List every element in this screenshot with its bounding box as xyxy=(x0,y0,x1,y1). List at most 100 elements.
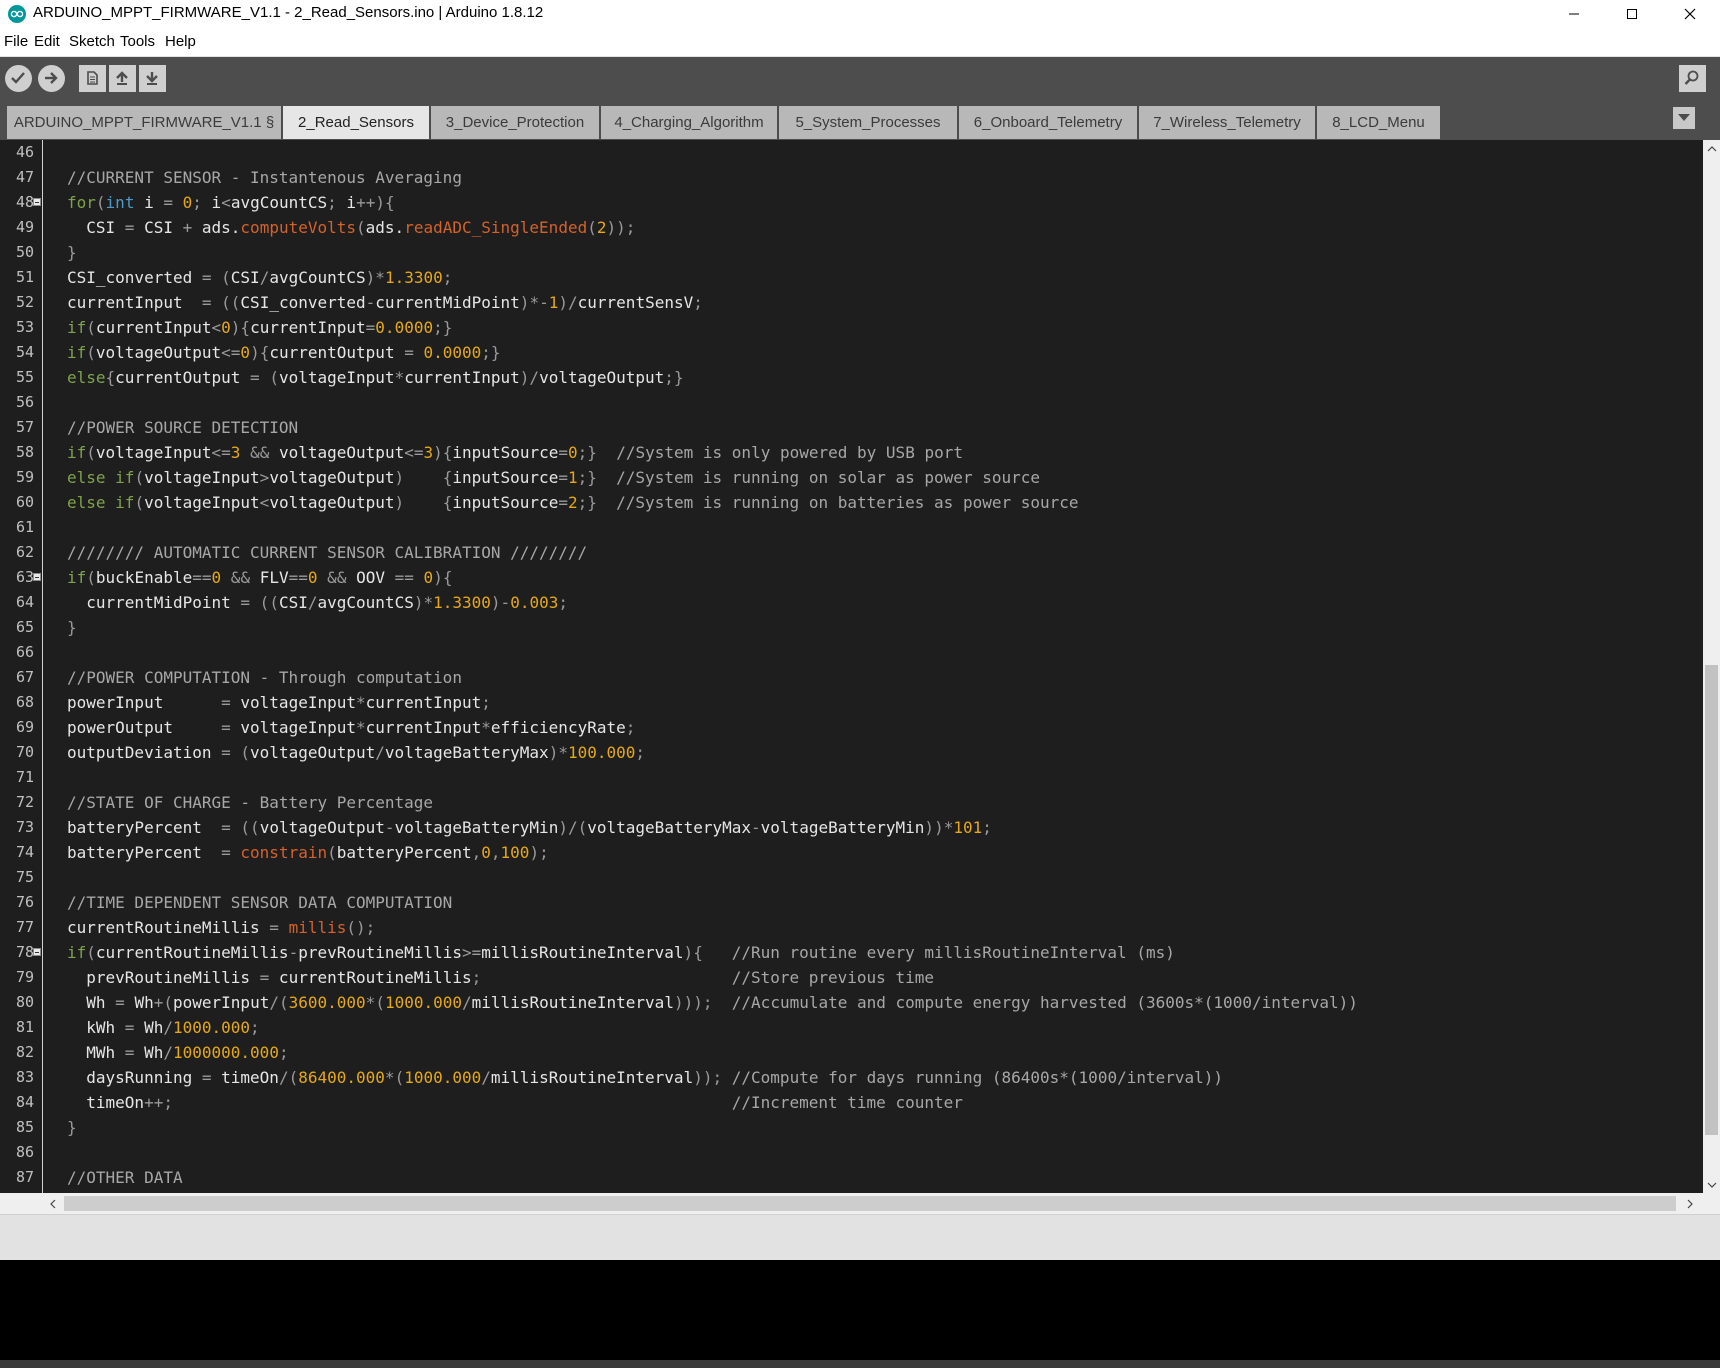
chevron-left-icon xyxy=(49,1199,55,1208)
save-sketch-button-face xyxy=(138,64,166,92)
open-sketch-button-face xyxy=(108,64,136,92)
line-number: 72 xyxy=(15,793,34,811)
fold-toggle-icon[interactable] xyxy=(33,948,41,956)
minimize-icon xyxy=(1569,13,1579,15)
line-number: 67 xyxy=(15,668,34,686)
code-area[interactable]: //CURRENT SENSOR - Instantenous Averagin… xyxy=(67,140,1687,1193)
upload-button[interactable] xyxy=(36,63,66,93)
line-number: 62 xyxy=(15,543,34,561)
scroll-down-button[interactable] xyxy=(1703,1176,1720,1193)
tab-lcd-menu[interactable]: 8_LCD_Menu xyxy=(1317,106,1440,139)
line-number: 68 xyxy=(15,693,34,711)
new-sketch-button[interactable] xyxy=(77,63,107,93)
maximize-button[interactable] xyxy=(1603,0,1661,28)
line-number: 69 xyxy=(15,718,34,736)
code-line: //STATE OF CHARGE - Battery Percentage xyxy=(67,793,434,812)
line-number: 82 xyxy=(15,1043,34,1061)
menu-edit[interactable]: Edit xyxy=(34,33,60,50)
tab-system-processes[interactable]: 5_System_Processes xyxy=(779,106,957,139)
arduino-logo-icon xyxy=(8,5,26,23)
menu-help[interactable]: Help xyxy=(165,33,196,50)
fold-toggle-icon[interactable] xyxy=(33,198,41,206)
code-line: //////// AUTOMATIC CURRENT SENSOR CALIBR… xyxy=(67,543,588,562)
line-number: 55 xyxy=(15,368,34,386)
serial-monitor-button[interactable] xyxy=(1677,63,1707,93)
line-number: 81 xyxy=(15,1018,34,1036)
horizontal-scrollbar[interactable] xyxy=(0,1193,1703,1214)
toolbar xyxy=(0,57,1720,100)
menu-tools[interactable]: Tools xyxy=(120,33,155,50)
verify-button-face xyxy=(4,64,32,92)
code-line: } xyxy=(67,618,77,637)
tab-main[interactable]: ARDUINO_MPPT_FIRMWARE_V1.1 § xyxy=(7,106,281,139)
scroll-up-button[interactable] xyxy=(1703,140,1720,157)
code-line: } xyxy=(67,243,77,262)
line-number: 49 xyxy=(15,218,34,236)
line-number: 48 xyxy=(15,193,34,211)
menu-bar: File Edit Sketch Tools Help xyxy=(0,28,1720,57)
code-line: else if(voltageInput>voltageOutput) {inp… xyxy=(67,468,1040,487)
arrow-up-icon xyxy=(116,71,128,85)
close-button[interactable] xyxy=(1661,0,1719,28)
code-line: if(voltageOutput<=0){currentOutput = 0.0… xyxy=(67,343,501,362)
line-number: 80 xyxy=(15,993,34,1011)
line-number: 76 xyxy=(15,893,34,911)
scroll-left-button[interactable] xyxy=(44,1194,61,1213)
vertical-scroll-thumb[interactable] xyxy=(1705,665,1718,1135)
code-line: MWh = Wh/1000000.000; xyxy=(67,1043,289,1062)
console-output xyxy=(0,1260,1720,1360)
chevron-up-icon xyxy=(1707,145,1716,151)
tab-wireless-telemetry[interactable]: 7_Wireless_Telemetry xyxy=(1139,106,1315,139)
line-number: 60 xyxy=(15,493,34,511)
tab-device-protection[interactable]: 3_Device_Protection xyxy=(431,106,599,139)
scroll-right-button[interactable] xyxy=(1681,1194,1698,1213)
line-number: 87 xyxy=(15,1168,34,1186)
chevron-down-icon xyxy=(1678,114,1690,121)
code-line: batteryPercent = constrain(batteryPercen… xyxy=(67,843,549,862)
code-line: daysRunning = timeOn/(86400.000*(1000.00… xyxy=(67,1068,1224,1087)
tab-menu-button[interactable] xyxy=(1673,107,1695,129)
maximize-icon xyxy=(1627,9,1637,19)
line-number: 71 xyxy=(15,768,34,786)
code-line: batteryPercent = ((voltageOutput-voltage… xyxy=(67,818,992,837)
arrow-down-icon xyxy=(146,72,158,85)
line-number: 58 xyxy=(15,443,34,461)
code-line: //POWER COMPUTATION - Through computatio… xyxy=(67,668,462,687)
code-editor[interactable]: 46 47 48 49 50 51 52 53 54 55 56 57 58 59 60 61 62 63 64 65… xyxy=(0,140,1703,1193)
chevron-right-icon xyxy=(1687,1199,1693,1208)
code-line: currentMidPoint = ((CSI/avgCountCS)*1.33… xyxy=(67,593,568,612)
fold-toggle-icon[interactable] xyxy=(33,573,41,581)
code-line: //CURRENT SENSOR - Instantenous Averagin… xyxy=(67,168,462,187)
line-number: 61 xyxy=(15,518,34,536)
window-title: ARDUINO_MPPT_FIRMWARE_V1.1 - 2_Read_Sens… xyxy=(33,4,544,21)
line-number: 53 xyxy=(15,318,34,336)
line-number: 77 xyxy=(15,918,34,936)
code-line: Wh = Wh+(powerInput/(3600.000*(1000.000/… xyxy=(67,993,1358,1012)
minimize-button[interactable] xyxy=(1545,0,1603,28)
new-file-icon xyxy=(87,71,98,85)
title-bar: ARDUINO_MPPT_FIRMWARE_V1.1 - 2_Read_Sens… xyxy=(0,0,1720,28)
line-number: 64 xyxy=(15,593,34,611)
chevron-down-icon xyxy=(1707,1182,1716,1188)
tab-charging-algorithm[interactable]: 4_Charging_Algorithm xyxy=(601,106,777,139)
verify-button[interactable] xyxy=(3,63,33,93)
menu-file[interactable]: File xyxy=(4,33,28,50)
code-line: timeOn++; //Increment time counter xyxy=(67,1093,963,1112)
open-sketch-button[interactable] xyxy=(107,63,137,93)
code-line: if(voltageInput<=3 && voltageOutput<=3){… xyxy=(67,443,963,462)
code-line: currentRoutineMillis = millis(); xyxy=(67,918,376,937)
magnifier-icon xyxy=(1684,70,1699,85)
code-line: currentInput = ((CSI_converted-currentMi… xyxy=(67,293,703,312)
tab-onboard-telemetry[interactable]: 6_Onboard_Telemetry xyxy=(959,106,1137,139)
tab-read-sensors[interactable]: 2_Read_Sensors xyxy=(283,106,429,139)
line-number: 66 xyxy=(15,643,34,661)
code-line: } xyxy=(67,1118,77,1137)
save-sketch-button[interactable] xyxy=(137,63,167,93)
menu-sketch[interactable]: Sketch xyxy=(69,33,115,50)
horizontal-scroll-thumb[interactable] xyxy=(64,1196,1676,1211)
line-number: 83 xyxy=(15,1068,34,1086)
vertical-scrollbar[interactable] xyxy=(1703,140,1720,1193)
line-number: 78 xyxy=(15,943,34,961)
scroll-corner xyxy=(1703,1193,1720,1214)
code-line: kWh = Wh/1000.000; xyxy=(67,1018,260,1037)
